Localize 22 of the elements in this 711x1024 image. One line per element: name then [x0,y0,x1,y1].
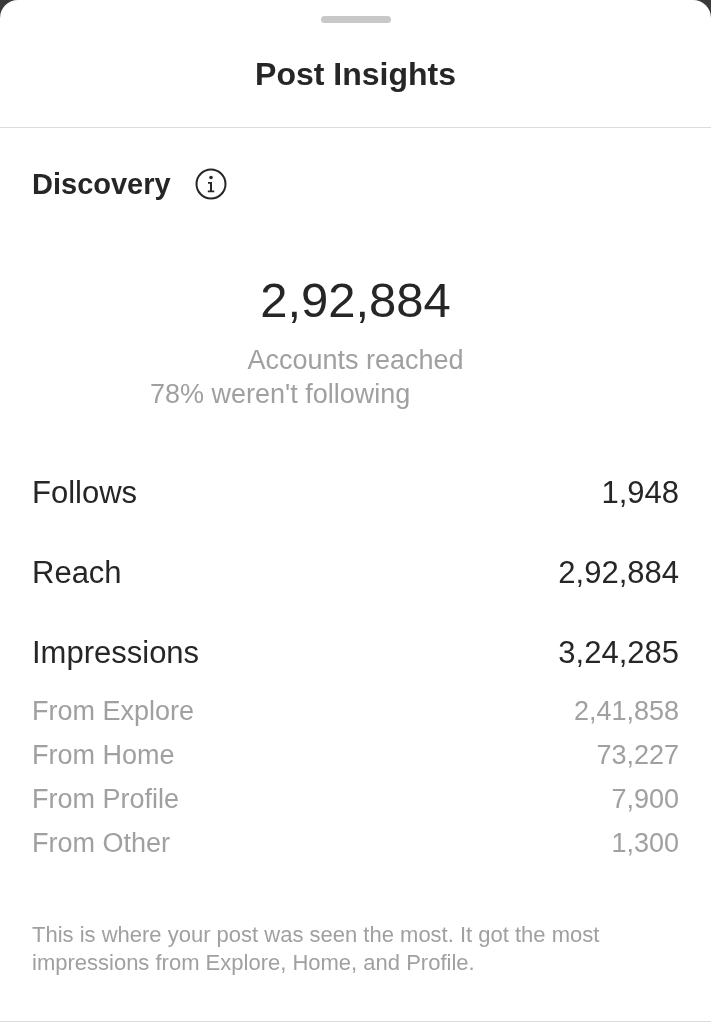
metric-label: Reach [32,554,122,592]
footnote-text: This is where your post was seen the most. It got the most impressions from Explore, Home, and Profile. [32,921,601,977]
drag-handle[interactable] [320,16,391,23]
accounts-reached-label: Accounts reached [247,344,464,377]
metric-value: 1,948 [601,474,679,512]
section-title: Discovery [32,167,171,202]
metric-value: 2,92,884 [558,554,679,592]
metric-label: Impressions [32,634,200,672]
source-label: From Other [32,827,171,860]
metric-label: Follows [32,474,138,512]
not-following-note: 78% weren't following [150,379,411,409]
sheet-title: Post Insights [255,55,456,94]
accounts-reached-value: 2,92,884 [260,272,451,329]
source-value: 1,300 [611,827,679,860]
source-value: 7,900 [611,783,679,816]
source-value: 2,41,858 [573,695,679,728]
source-label: From Profile [32,783,180,816]
info-icon[interactable] [194,168,227,200]
source-label: From Home [32,739,175,772]
source-value: 73,227 [596,739,679,772]
metric-value: 3,24,285 [558,634,679,672]
source-label: From Explore [32,695,195,728]
